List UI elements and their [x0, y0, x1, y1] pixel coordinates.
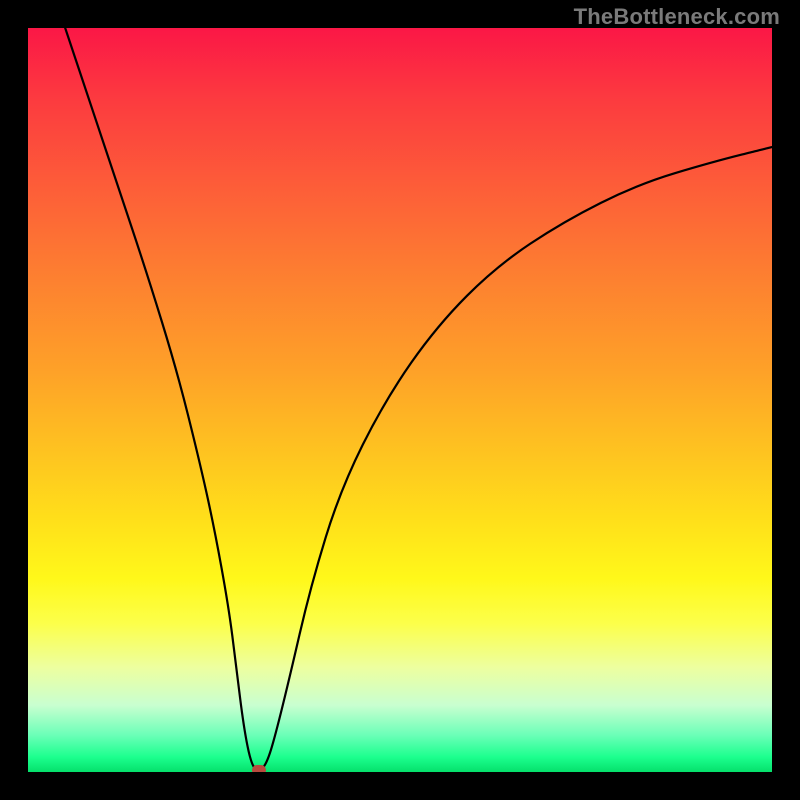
- watermark-text: TheBottleneck.com: [574, 4, 780, 30]
- bottleneck-curve: [28, 28, 772, 772]
- optimal-point-marker: [252, 765, 266, 772]
- chart-frame: TheBottleneck.com: [0, 0, 800, 800]
- plot-area: [28, 28, 772, 772]
